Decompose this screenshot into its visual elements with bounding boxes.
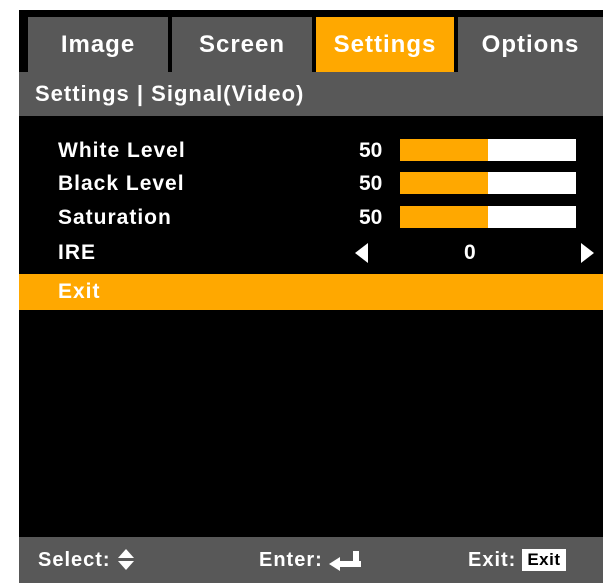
exit-row[interactable]: Exit — [19, 274, 603, 310]
up-down-arrows-icon — [117, 549, 135, 571]
select-hint: Select: — [38, 537, 135, 583]
enter-return-icon — [328, 549, 361, 571]
tab-settings[interactable]: Settings — [316, 17, 454, 72]
arrow-left-icon[interactable] — [355, 243, 368, 263]
tab-bar: Image Screen Settings Options — [19, 10, 603, 72]
black-level-fill — [400, 172, 488, 194]
exit-label: Exit — [58, 280, 101, 303]
black-level-label: Black Level — [58, 172, 185, 195]
tab-options[interactable]: Options — [458, 17, 603, 72]
saturation-row[interactable]: Saturation 50 — [19, 201, 603, 234]
saturation-value: 50 — [359, 206, 383, 229]
saturation-fill — [400, 206, 488, 228]
ire-row[interactable]: IRE 0 — [19, 236, 603, 269]
white-level-label: White Level — [58, 139, 186, 162]
ire-label: IRE — [58, 241, 97, 264]
white-level-row[interactable]: White Level 50 — [19, 134, 603, 167]
footer-hints: Select: Enter: Exit: Exit — [19, 537, 603, 583]
exit-hint-label: Exit: — [468, 549, 517, 571]
black-level-row[interactable]: Black Level 50 — [19, 167, 603, 200]
white-level-value: 50 — [359, 139, 383, 162]
tab-screen[interactable]: Screen — [172, 17, 312, 72]
black-level-slider[interactable] — [400, 172, 576, 194]
saturation-slider[interactable] — [400, 206, 576, 228]
arrow-right-icon[interactable] — [581, 243, 594, 263]
white-level-slider[interactable] — [400, 139, 576, 161]
tab-image[interactable]: Image — [28, 17, 168, 72]
select-hint-label: Select: — [38, 549, 111, 571]
saturation-label: Saturation — [58, 206, 172, 229]
breadcrumb: Settings | Signal(Video) — [19, 72, 603, 116]
enter-hint: Enter: — [259, 537, 361, 583]
white-level-fill — [400, 139, 488, 161]
enter-hint-label: Enter: — [259, 549, 323, 571]
exit-key-badge: Exit — [522, 549, 566, 571]
ire-value: 0 — [464, 241, 476, 264]
exit-hint: Exit: Exit — [468, 537, 566, 583]
black-level-value: 50 — [359, 172, 383, 195]
osd-menu: Image Screen Settings Options Settings |… — [19, 10, 603, 583]
